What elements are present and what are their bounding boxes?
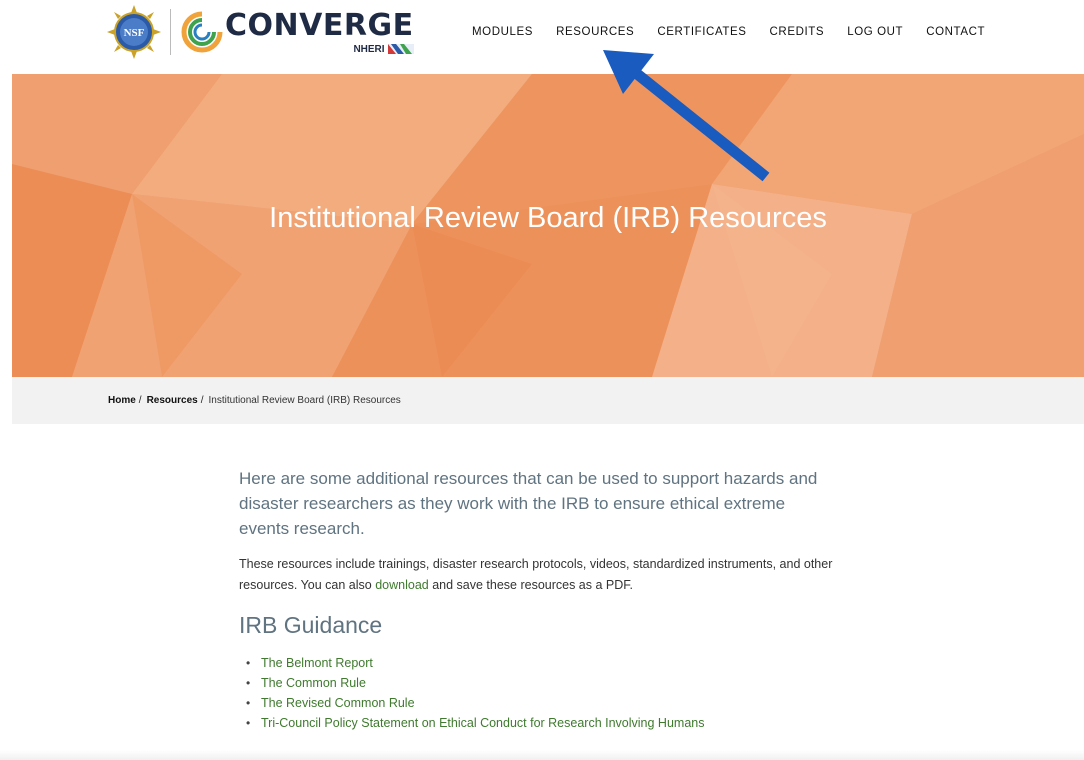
breadcrumb: Home / Resources / Institutional Review … bbox=[108, 395, 401, 406]
bottom-shade bbox=[0, 750, 1084, 760]
breadcrumb-bar: Home / Resources / Institutional Review … bbox=[12, 377, 1084, 424]
nav-certificates[interactable]: CERTIFICATES bbox=[657, 26, 746, 38]
breadcrumb-current: Institutional Review Board (IRB) Resourc… bbox=[208, 395, 401, 406]
brand-sub: NHERI bbox=[353, 43, 385, 55]
breadcrumb-separator: / bbox=[200, 395, 204, 406]
nav-credits[interactable]: CREDITS bbox=[770, 26, 825, 38]
link-revised-common-rule[interactable]: The Revised Common Rule bbox=[261, 696, 415, 710]
nsf-seal-icon: NSF bbox=[107, 5, 161, 59]
converge-swirl-icon bbox=[181, 11, 223, 53]
nav-log-out[interactable]: LOG OUT bbox=[847, 26, 903, 38]
nav-contact[interactable]: CONTACT bbox=[926, 26, 985, 38]
breadcrumb-separator: / bbox=[138, 395, 142, 406]
link-belmont-report[interactable]: The Belmont Report bbox=[261, 656, 373, 670]
main-content: Here are some additional resources that … bbox=[239, 466, 839, 733]
download-link[interactable]: download bbox=[375, 578, 429, 592]
list-item: Tri-Council Policy Statement on Ethical … bbox=[239, 713, 839, 733]
site-header: NSF CONVERGE NHERI MODULES RESOURCES CER bbox=[0, 0, 1084, 74]
nav-modules[interactable]: MODULES bbox=[472, 26, 533, 38]
intro-lead: Here are some additional resources that … bbox=[239, 469, 818, 538]
site-logo[interactable]: NSF CONVERGE NHERI bbox=[106, 4, 414, 60]
nav-resources[interactable]: RESOURCES bbox=[556, 26, 634, 38]
list-item: The Belmont Report bbox=[239, 653, 839, 673]
logo-divider bbox=[170, 9, 171, 55]
list-item: The Revised Common Rule bbox=[239, 693, 839, 713]
intro-text-after: and save these resources as a PDF. bbox=[428, 578, 633, 592]
main-nav: MODULES RESOURCES CERTIFICATES CREDITS L… bbox=[472, 26, 1008, 38]
brand-name: CONVERGE bbox=[225, 7, 414, 43]
link-common-rule[interactable]: The Common Rule bbox=[261, 676, 366, 690]
intro-paragraph: These resources include trainings, disas… bbox=[239, 554, 839, 596]
hero-banner: Institutional Review Board (IRB) Resourc… bbox=[12, 74, 1084, 377]
page-title: Institutional Review Board (IRB) Resourc… bbox=[269, 202, 827, 234]
breadcrumb-home[interactable]: Home bbox=[108, 395, 136, 406]
link-tri-council-policy[interactable]: Tri-Council Policy Statement on Ethical … bbox=[261, 716, 704, 730]
irb-guidance-list: The Belmont Report The Common Rule The R… bbox=[239, 653, 839, 733]
section-title-irb-guidance: IRB Guidance bbox=[239, 612, 383, 638]
breadcrumb-resources[interactable]: Resources bbox=[147, 395, 198, 406]
nheri-flag-icon bbox=[387, 44, 414, 54]
nsf-seal-text: NSF bbox=[124, 27, 145, 39]
list-item: The Common Rule bbox=[239, 673, 839, 693]
